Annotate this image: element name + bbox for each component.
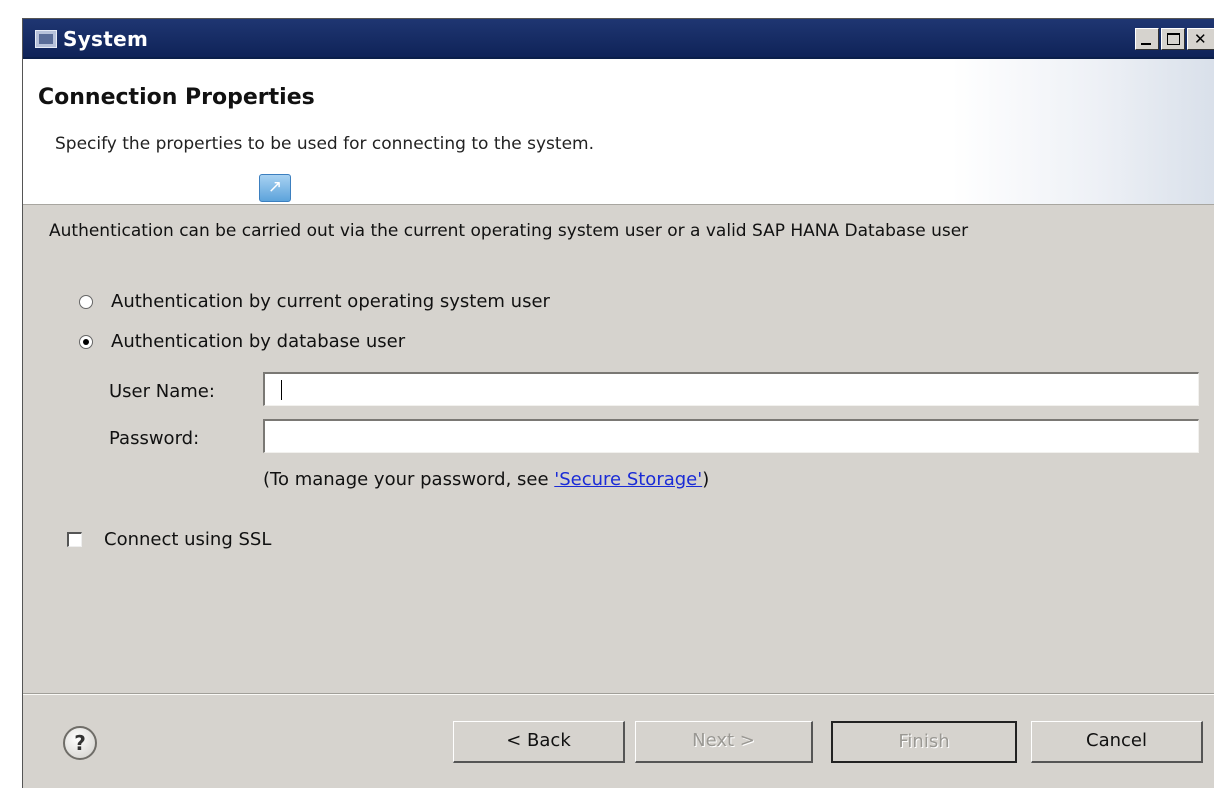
user-name-input[interactable]: [263, 372, 1199, 406]
page-description: Specify the properties to be used for co…: [55, 134, 595, 154]
maximize-button[interactable]: [1161, 28, 1185, 50]
radio-os-user[interactable]: Authentication by current operating syst…: [79, 291, 550, 312]
minimize-button[interactable]: [1135, 28, 1159, 50]
radio-os-user-label: Authentication by current operating syst…: [111, 291, 550, 312]
text-caret: [281, 380, 282, 400]
password-label: Password:: [109, 428, 200, 449]
help-icon[interactable]: ?: [63, 726, 97, 760]
window-title: System: [63, 27, 149, 51]
ssl-option[interactable]: Connect using SSL: [67, 529, 271, 550]
password-note: (To manage your password, see 'Secure St…: [263, 469, 709, 490]
window-icon: [35, 30, 57, 48]
radio-database-user-label: Authentication by database user: [111, 331, 406, 352]
radio-os-user-button[interactable]: [79, 294, 93, 309]
wizard-arrow-icon: ↗: [259, 174, 291, 202]
wizard-header: Connection Properties Specify the proper…: [23, 59, 1214, 205]
ssl-label: Connect using SSL: [104, 529, 272, 550]
close-button[interactable]: [1187, 28, 1214, 50]
radio-database-user[interactable]: Authentication by database user: [79, 331, 405, 352]
button-bar-separator: [23, 693, 1214, 695]
dialog-window: System Connection Properties Specify the…: [22, 18, 1214, 788]
secure-storage-link[interactable]: 'Secure Storage': [554, 469, 702, 490]
radio-database-user-button[interactable]: [79, 334, 93, 349]
next-button[interactable]: Next >: [635, 721, 813, 763]
password-note-suffix: ): [702, 469, 710, 490]
ssl-checkbox[interactable]: [67, 532, 82, 547]
back-button[interactable]: < Back: [453, 721, 625, 763]
title-bar[interactable]: System: [23, 19, 1214, 59]
cancel-button[interactable]: Cancel: [1031, 721, 1203, 763]
authentication-intro-text: Authentication can be carried out via th…: [49, 221, 969, 241]
user-name-label: User Name:: [109, 381, 215, 402]
finish-button[interactable]: Finish: [831, 721, 1017, 763]
page-title: Connection Properties: [38, 85, 315, 110]
password-note-prefix: (To manage your password, see: [263, 469, 555, 490]
password-input[interactable]: [263, 419, 1199, 453]
